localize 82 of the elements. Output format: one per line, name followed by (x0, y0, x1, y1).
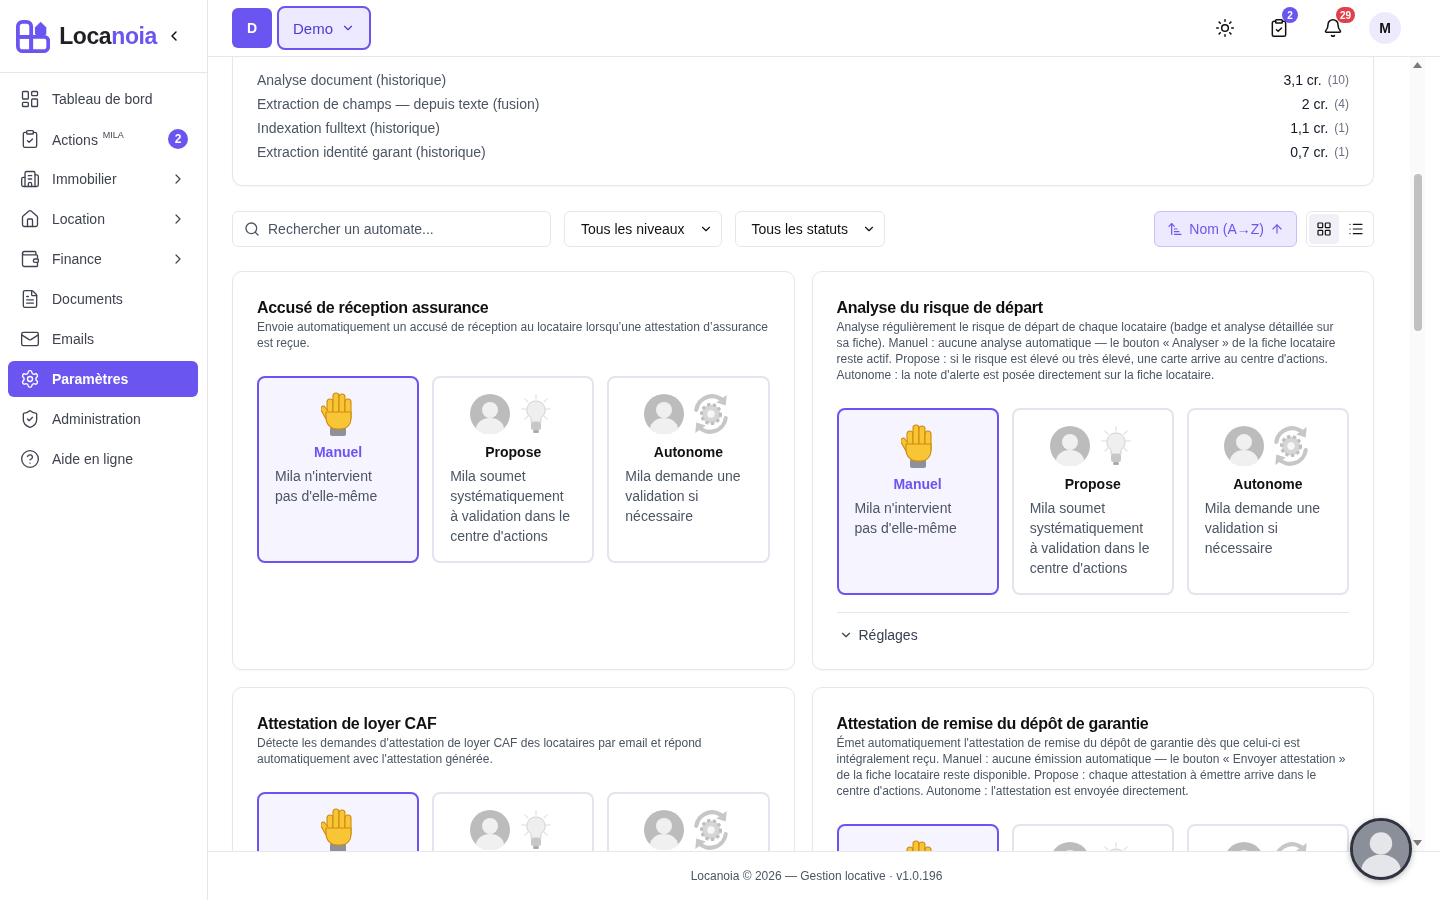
nav-item[interactable]: Immobilier (8, 161, 198, 197)
count-badge: 2 (1282, 7, 1298, 23)
arrow-up-icon (1270, 222, 1284, 236)
usage-label: Extraction de champs — depuis texte (fusion) (257, 96, 540, 112)
list-icon (1348, 221, 1364, 237)
usage-count: (10) (1327, 73, 1349, 87)
mail-icon (20, 329, 40, 349)
mode-option[interactable]: Propose Mila soumet systématiquement à validation dans le centre d'actions (432, 376, 595, 563)
shield-check-icon (20, 409, 40, 429)
card-title: Attestation de loyer CAF (257, 714, 438, 734)
workspace-select[interactable]: Demo (277, 6, 371, 50)
mode-option[interactable]: Manuel Mila n'intervient pas d'elle-même (836, 408, 999, 595)
sort-ascending-icon (1167, 221, 1184, 237)
card-description: Détecte les demandes d'attestation de loyer CAF des locataires par email et répond automatiquement avec l'attestation générée. (257, 735, 703, 767)
person-silhouette-icon (1223, 426, 1264, 466)
help-icon (20, 449, 40, 469)
nav-item[interactable]: Emails (8, 321, 198, 357)
status-select[interactable]: Tous les statuts (734, 211, 885, 247)
count-badge: 29 (1336, 7, 1356, 23)
house-icon (20, 209, 40, 229)
nav-item[interactable]: Documents (8, 281, 198, 317)
mode-option[interactable] (257, 792, 420, 851)
mode-option[interactable]: Autonome Mila demande une validation si nécessaire (607, 376, 770, 563)
nav-item[interactable]: Location (8, 201, 198, 237)
credit-amount: 2 cr. (1301, 96, 1329, 112)
bell-icon (1323, 18, 1343, 38)
wallet-icon (20, 249, 40, 269)
scroll-down-arrow-icon[interactable] (1413, 840, 1422, 846)
usage-label: Extraction identité garant (historique) (257, 144, 486, 160)
person-silhouette-icon (644, 394, 685, 434)
nav-item[interactable]: Administration (8, 401, 198, 437)
credit-amount: 0,7 cr. (1290, 144, 1329, 160)
card-title: Analyse du risque de départ (836, 298, 1044, 318)
usage-label: Analyse document (historique) (257, 72, 447, 88)
nav-item[interactable]: Actions $^{MILA}$ 2 (8, 121, 198, 157)
logo-icon (16, 18, 51, 54)
clipboard-check-icon (20, 129, 40, 149)
raised-hand-icon (900, 424, 935, 468)
grid-icon (1316, 221, 1332, 237)
settings-icon (20, 369, 40, 389)
level-select[interactable]: Tous les niveaux (564, 211, 722, 247)
logo-text: Locanoia (59, 22, 157, 50)
search-input[interactable]: Rechercher un automate... (268, 219, 539, 239)
card-title: Attestation de remise du dépôt de garantie (836, 714, 1150, 734)
sort-button[interactable]: Nom (A→Z) (1154, 211, 1297, 247)
scrollbar-thumb[interactable] (1413, 174, 1422, 331)
person-silhouette-icon (470, 394, 511, 434)
mode-option[interactable]: Manuel Mila n'intervient pas d'elle-même (257, 376, 420, 563)
nav-item[interactable]: Paramètres (8, 361, 198, 397)
credit-amount: 3,1 cr. (1283, 72, 1322, 88)
document-icon (20, 289, 40, 309)
credit-amount: 1,1 cr. (1290, 120, 1329, 136)
nav-item[interactable]: Finance (8, 241, 198, 277)
count-badge: 2 (168, 129, 188, 149)
workspace-avatar-button[interactable]: D (232, 8, 272, 48)
usage-count: (1) (1334, 121, 1349, 135)
settings-toggle[interactable]: Réglages (836, 625, 918, 645)
person-silhouette-icon (1049, 426, 1090, 466)
grid-view-button[interactable] (1309, 214, 1339, 244)
assistant-avatar-button[interactable] (1350, 818, 1412, 880)
mode-option[interactable]: Autonome Mila demande une validation si nécessaire (1186, 408, 1349, 595)
usage-label: Indexation fulltext (historique) (257, 120, 440, 136)
nav-item[interactable]: Aide en ligne (8, 441, 198, 477)
usage-count: (1) (1334, 145, 1349, 159)
person-silhouette-icon (1353, 821, 1409, 877)
sun-icon (1215, 18, 1235, 38)
card-title: Accusé de réception assurance (257, 298, 490, 318)
card-description: Envoie automatiquement un accusé de réception au locataire lorsqu’une attestation d’assurance est reçue. (257, 319, 769, 351)
clipboard-check-icon (1269, 18, 1289, 38)
footer-text: Locanoia © 2026 — Gestion locative · v1.0.196 (690, 869, 943, 883)
search-field[interactable]: Rechercher un automate... (232, 211, 551, 247)
scrollbar[interactable] (1410, 57, 1425, 851)
dashboard-icon (20, 89, 40, 109)
card-description: Émet automatiquement l'attestation de remise du dépôt de garantie dès que celui-ci est intégralement reçu. Manuel : aucune émission automatique — le bouton « Envoyer attestation » de la fiche locataire reste disponible. Propose : chaque attestation à émettre arrive dans le centre d'actions. Autonome : l'attestation est envoyée directement. (836, 735, 1347, 799)
mode-option[interactable]: Propose Mila soumet systématiquement à validation dans le centre d'actions (1011, 408, 1174, 595)
building-icon (20, 169, 40, 189)
card-description: Analyse régulièrement le risque de départ de chaque locataire (badge et analyse détaillée sur sa fiche). Manuel : aucune analyse automatique — le bouton « Analyser » de la fiche locataire reste actif. Propose : si le risque est élevé ou très élevé, une carte arrive au centre d'actions. Autonome : la note d'alerte est posée directement sur la fiche locataire. (836, 319, 1337, 383)
usage-count: (4) (1334, 97, 1349, 111)
scroll-up-arrow-icon[interactable] (1413, 62, 1422, 68)
user-avatar-button[interactable]: M (1369, 12, 1401, 44)
search-icon (244, 221, 260, 237)
nav-item[interactable]: Tableau de bord (8, 81, 198, 117)
